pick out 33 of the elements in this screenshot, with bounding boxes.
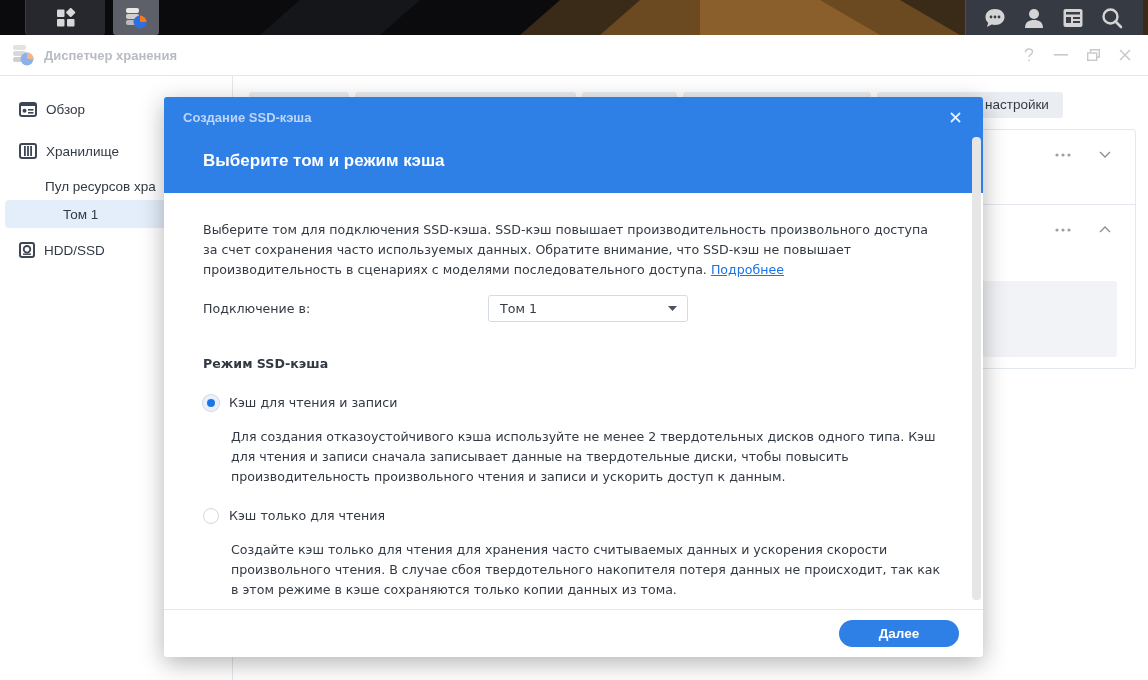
search-icon[interactable]	[1101, 6, 1123, 29]
window-title: Диспетчер хранения	[44, 47, 177, 63]
next-button[interactable]: Далее	[839, 620, 959, 647]
option-description: Для создания отказоустойчивого кэша используйте не менее 2 твердотельных дисков одного типа. Кэш для чтения и записи сначала записывает данные на твердотельные диски, чтобы повысить производительность произвольного чтения и записи и ускорить доступ к данным.	[231, 428, 937, 486]
taskbar-button[interactable]	[113, 0, 159, 35]
taskbar-button[interactable]	[25, 0, 105, 35]
option-description: Создайте кэш только для чтения для хранения часто считываемых данных и ускорения скорости произвольного чтения. В случае сбоя твердотельного накопителя потеря данных не происходит, так как в этом режиме в кэше сохраняются только копии данных из тома.	[231, 541, 942, 599]
field-label: Подключение в:	[203, 299, 312, 318]
more-icon[interactable]	[1055, 227, 1071, 232]
restore-icon[interactable]	[1087, 49, 1100, 61]
chat-icon[interactable]	[984, 6, 1006, 29]
grid-icon	[55, 7, 76, 28]
radio-button[interactable]	[203, 508, 219, 524]
radio-option[interactable]: Кэш для чтения и записи	[203, 393, 945, 413]
dialog-heading: Выберите том и режим кэша	[203, 151, 445, 171]
chevron-down-icon[interactable]	[1099, 151, 1111, 158]
volume-select[interactable]: Том 1	[488, 295, 688, 322]
caret-icon	[668, 306, 677, 311]
chevron-up-icon[interactable]	[1099, 226, 1111, 233]
radio-option[interactable]: Кэш только для чтения	[203, 506, 945, 526]
storage-icon	[19, 143, 37, 159]
close-icon[interactable]	[1119, 49, 1131, 61]
dialog-title: Создание SSD-кэша	[183, 110, 312, 125]
storage-icon	[124, 5, 148, 30]
overview-icon	[19, 101, 37, 117]
more-link[interactable]: Подробнее	[710, 262, 784, 277]
section-title: Режим SSD-кэша	[203, 355, 330, 373]
more-icon[interactable]	[1055, 152, 1071, 157]
help-icon[interactable]	[1023, 48, 1035, 62]
scrollbar[interactable]	[972, 137, 981, 600]
app-icon	[11, 43, 35, 67]
user-icon[interactable]	[1023, 6, 1045, 29]
widgets-icon[interactable]	[1062, 6, 1084, 29]
